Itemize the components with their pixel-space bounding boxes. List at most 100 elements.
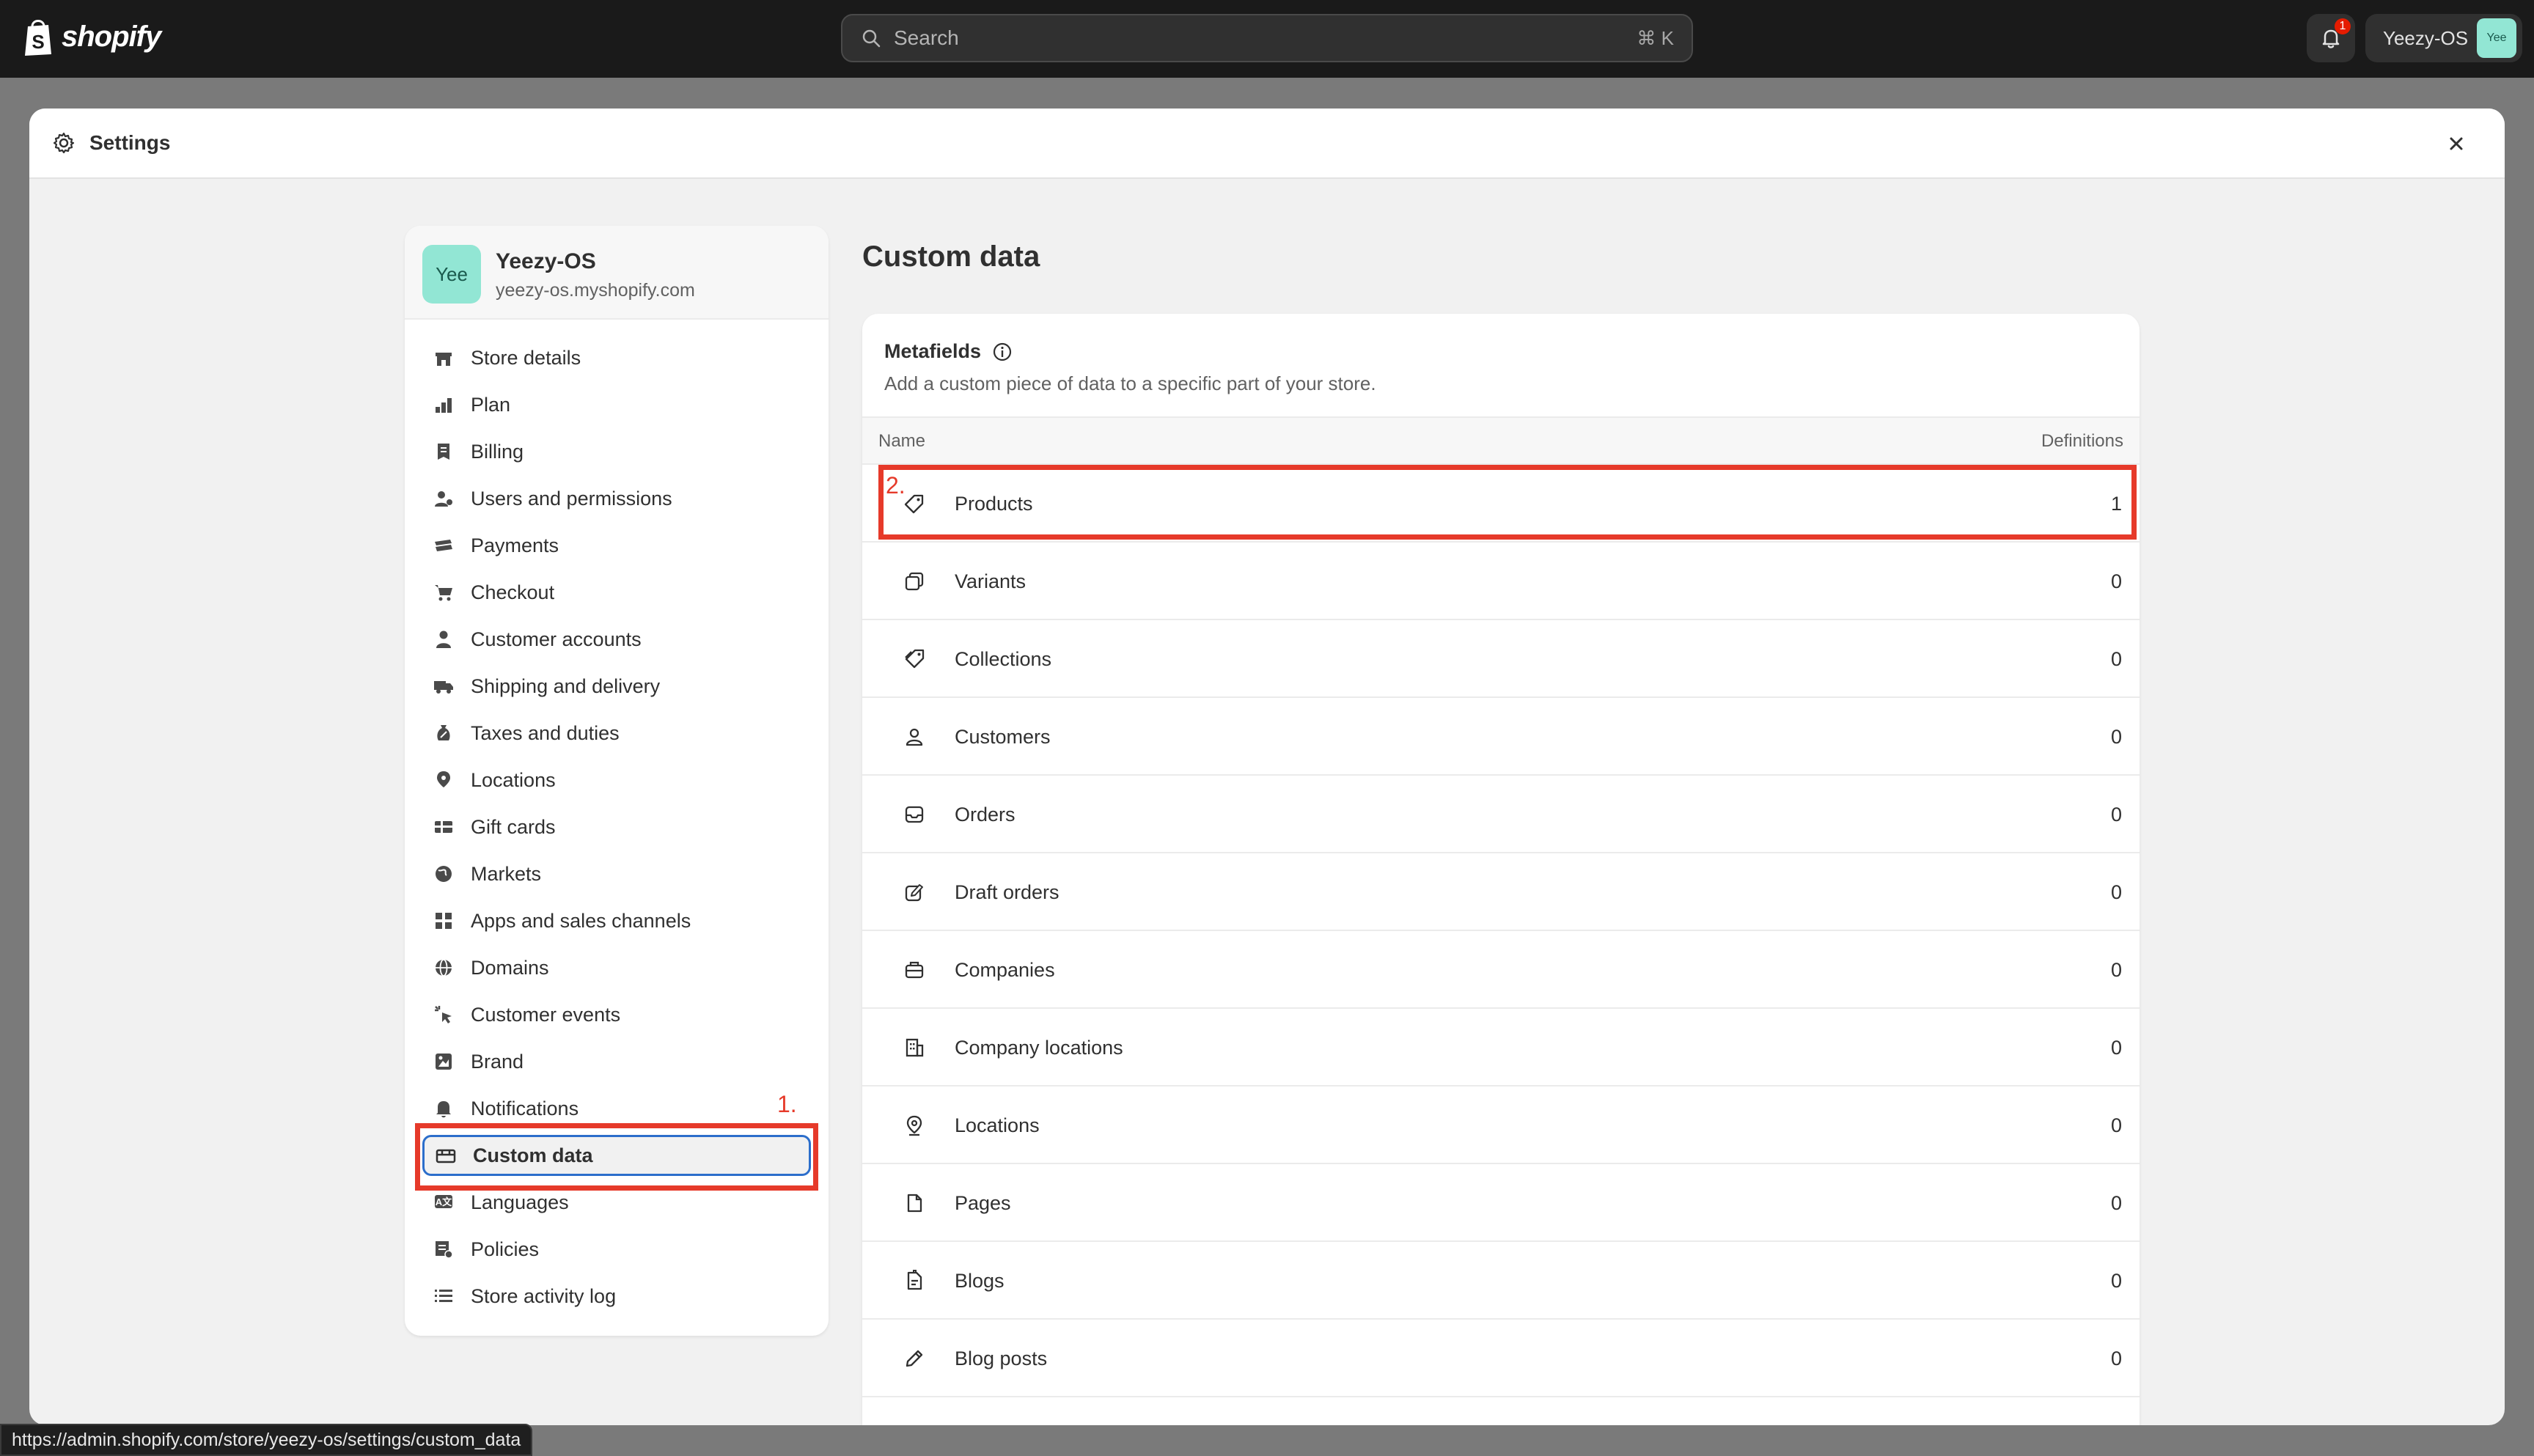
nav-item-gift-cards[interactable]: Gift cards <box>422 806 811 848</box>
row-count: 0 <box>2110 1270 2122 1292</box>
nav-label: Customer accounts <box>471 628 642 650</box>
search-shortcut: ⌘ K <box>1637 26 1674 49</box>
nav-item-markets[interactable]: Markets <box>422 853 811 894</box>
metafields-title: Metafields <box>884 340 982 362</box>
row-count: 0 <box>2110 804 2122 826</box>
search-input[interactable] <box>894 26 1637 50</box>
nav-label: Markets <box>471 862 542 885</box>
nav-item-plan[interactable]: Plan <box>422 384 811 425</box>
language-icon: A文 <box>435 1195 452 1208</box>
bell-icon <box>436 1101 451 1118</box>
plan-icon <box>436 398 452 413</box>
shopify-logo[interactable]: S shopify <box>22 16 161 57</box>
row-label: Locations <box>955 1114 1040 1136</box>
gear-icon <box>53 132 75 154</box>
nav-item-locations[interactable]: Locations <box>422 760 811 801</box>
top-bar: S shopify ⌘ K 1 Yeezy-OS Yee <box>0 0 2534 78</box>
brand-icon <box>436 1054 452 1070</box>
avatar: Yee <box>2477 18 2516 58</box>
nav-item-payments[interactable]: Payments <box>422 525 811 566</box>
nav-item-store-activity-log[interactable]: Store activity log <box>422 1276 811 1317</box>
nav-item-customer-events[interactable]: Customer events <box>422 994 811 1035</box>
nav-item-brand[interactable]: Brand <box>422 1041 811 1082</box>
info-icon[interactable] <box>991 341 1013 363</box>
nav-item-policies[interactable]: Policies <box>422 1229 811 1270</box>
notifications-button[interactable]: 1 <box>2307 14 2355 62</box>
table-row-orders[interactable]: Orders 0 <box>862 776 2140 853</box>
store-name: Yeezy-OS <box>496 249 596 273</box>
row-count: 0 <box>2110 881 2122 903</box>
policy-icon <box>436 1241 453 1259</box>
table-row-pages[interactable]: Pages 0 <box>862 1164 2140 1242</box>
nav-label: Customer events <box>471 1003 621 1026</box>
row-label: Orders <box>955 804 1016 826</box>
payments-icon <box>435 540 452 551</box>
table-row-locations[interactable]: Locations 0 <box>862 1087 2140 1164</box>
pencil-icon <box>906 1350 923 1367</box>
nav-label: Notifications <box>471 1097 579 1119</box>
row-count: 0 <box>2110 1347 2122 1369</box>
store-header[interactable]: Yee Yeezy-OS yeezy-os.myshopify.com <box>405 226 829 320</box>
nav-item-apps-and-sales-channels[interactable]: Apps and sales channels <box>422 900 811 941</box>
inbox-icon <box>905 806 924 823</box>
nav-item-store-details[interactable]: Store details <box>422 337 811 378</box>
table-header: Name Definitions <box>862 416 2140 465</box>
tax-icon <box>437 725 450 740</box>
row-count: 0 <box>2110 1114 2122 1136</box>
annotation-box-custom-data <box>415 1123 818 1191</box>
page-title: Custom data <box>862 240 1040 273</box>
nav-item-users-and-permissions[interactable]: Users and permissions <box>422 478 811 519</box>
metafields-heading: Metafields <box>884 340 1013 363</box>
row-label: Collections <box>955 648 1052 670</box>
table-row-draft-orders[interactable]: Draft orders 0 <box>862 853 2140 931</box>
person-icon <box>436 630 451 648</box>
settings-header: Settings <box>29 109 2505 179</box>
row-label: Companies <box>955 959 1055 981</box>
nav-item-domains[interactable]: Domains <box>422 947 811 988</box>
table-row-customers[interactable]: Customers 0 <box>862 698 2140 776</box>
table-row-blog-posts[interactable]: Blog posts 0 <box>862 1320 2140 1397</box>
nav-item-shipping-and-delivery[interactable]: Shipping and delivery <box>422 666 811 707</box>
annotation-label-1: 1. <box>777 1091 797 1117</box>
nav-item-taxes-and-duties[interactable]: Taxes and duties <box>422 713 811 754</box>
nav-label: Billing <box>471 440 524 463</box>
row-label: Customers <box>955 726 1051 748</box>
table-row-company-locations[interactable]: Company locations 0 <box>862 1009 2140 1087</box>
row-count: 0 <box>2110 959 2122 981</box>
table-row-blogs[interactable]: Blogs 0 <box>862 1242 2140 1320</box>
nav-label: Shipping and delivery <box>471 674 661 697</box>
cursor-click-icon <box>435 1006 452 1023</box>
settings-title: Settings <box>89 131 171 154</box>
nav-label: Domains <box>471 956 549 979</box>
cart-icon <box>435 585 452 601</box>
table-row-collections[interactable]: Collections 0 <box>862 620 2140 698</box>
row-count: 0 <box>2110 648 2122 670</box>
close-button[interactable] <box>2442 129 2471 158</box>
table-row-companies[interactable]: Companies 0 <box>862 931 2140 1009</box>
search-icon <box>862 29 881 48</box>
nav-item-checkout[interactable]: Checkout <box>422 572 811 613</box>
page-icon <box>907 1194 922 1213</box>
brand-name: shopify <box>62 20 161 53</box>
row-label: Blog posts <box>955 1347 1048 1369</box>
row-label: Company locations <box>955 1037 1123 1059</box>
search-bar[interactable]: ⌘ K <box>841 14 1693 62</box>
apps-icon <box>436 913 452 929</box>
row-label: Variants <box>955 570 1027 592</box>
status-bar-url: https://admin.shopify.com/store/yeezy-os… <box>0 1424 533 1456</box>
svg-text:S: S <box>32 31 44 53</box>
nav-item-billing[interactable]: Billing <box>422 431 811 472</box>
nav-label: Payments <box>471 534 559 556</box>
truck-icon <box>434 681 453 694</box>
nav-label: Policies <box>471 1238 540 1260</box>
table-row-partial[interactable]: 0 <box>862 1397 2140 1425</box>
gift-card-icon <box>435 821 452 833</box>
store-menu-button[interactable]: Yeezy-OS Yee <box>2365 14 2522 62</box>
table-row-variants[interactable]: Variants 0 <box>862 543 2140 620</box>
nav-label: Plan <box>471 393 511 416</box>
collection-icon <box>905 649 925 669</box>
row-count: 0 <box>2110 1192 2122 1214</box>
nav-item-customer-accounts[interactable]: Customer accounts <box>422 619 811 660</box>
row-count: 0 <box>2110 1037 2122 1059</box>
nav-label: Locations <box>471 768 556 791</box>
